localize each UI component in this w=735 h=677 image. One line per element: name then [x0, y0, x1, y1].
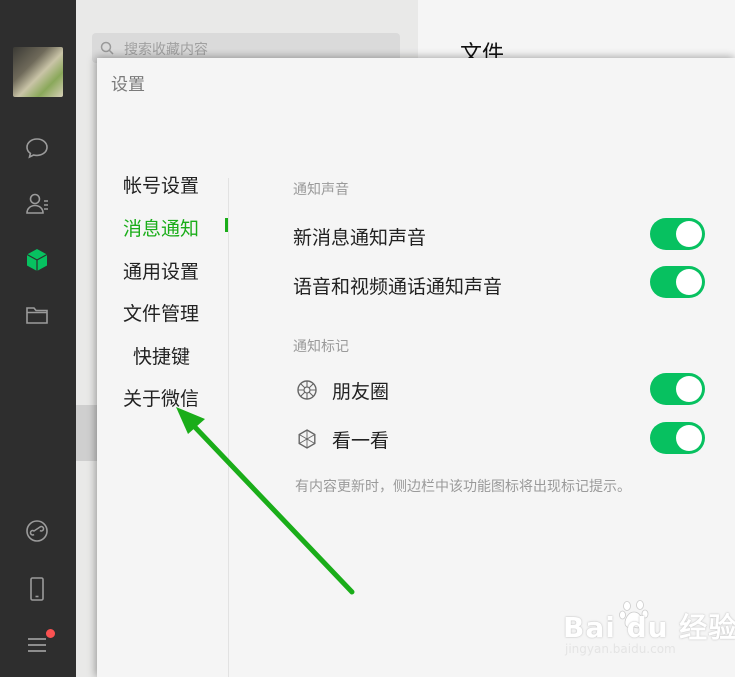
section-label-badge: 通知标记: [293, 339, 349, 355]
row-label-new-message-sound: 新消息通知声音: [293, 227, 427, 249]
row-label-moments: 朋友圈: [332, 381, 390, 403]
toggle-moments[interactable]: [650, 373, 705, 405]
nav-item-notifications[interactable]: 消息通知: [123, 214, 199, 241]
toggle-top-stories[interactable]: [650, 422, 705, 454]
top-stories-icon: [298, 429, 316, 449]
row-label-top-stories: 看一看: [332, 430, 390, 452]
dialog-title: 设置: [111, 75, 145, 95]
active-nav-marker: [225, 218, 228, 232]
watermark: Bai du 经验 jingyan.baidu.com: [563, 600, 735, 666]
favorites-icon[interactable]: [22, 245, 52, 275]
chat-icon[interactable]: [22, 133, 52, 163]
toggle-knob: [676, 269, 702, 295]
folder-icon[interactable]: [22, 300, 52, 330]
watermark-url: jingyan.baidu.com: [565, 642, 676, 656]
search-placeholder: 搜索收藏内容: [124, 42, 208, 58]
mini-program-icon[interactable]: [22, 516, 52, 546]
toggle-call-sound[interactable]: [650, 266, 705, 298]
nav-item-files[interactable]: 文件管理: [123, 299, 199, 326]
nav-item-about[interactable]: 关于微信: [123, 384, 199, 411]
user-avatar[interactable]: [13, 47, 63, 97]
toggle-knob: [676, 425, 702, 451]
contacts-icon[interactable]: [22, 189, 52, 219]
nav-divider: [228, 178, 229, 677]
toggle-new-message-sound[interactable]: [650, 218, 705, 250]
watermark-brand: Bai du 经验: [563, 611, 735, 644]
nav-item-general[interactable]: 通用设置: [123, 257, 199, 284]
moments-icon: [297, 380, 317, 400]
nav-item-account[interactable]: 帐号设置: [123, 171, 199, 198]
settings-dialog: 设置 帐号设置 消息通知 通用设置 文件管理 快捷键 关于微信 通知声音 新消息…: [97, 58, 735, 677]
badge-hint-text: 有内容更新时，侧边栏中该功能图标将出现标记提示。: [295, 479, 631, 495]
toggle-knob: [676, 221, 702, 247]
row-label-call-sound: 语音和视频通话通知声音: [293, 276, 503, 298]
list-item-selected[interactable]: [76, 405, 98, 461]
toggle-knob: [676, 376, 702, 402]
phone-icon[interactable]: [22, 574, 52, 604]
search-icon: [100, 41, 114, 55]
section-label-sound: 通知声音: [293, 182, 349, 198]
nav-item-shortcuts[interactable]: 快捷键: [133, 342, 190, 369]
notification-dot: [46, 629, 55, 638]
